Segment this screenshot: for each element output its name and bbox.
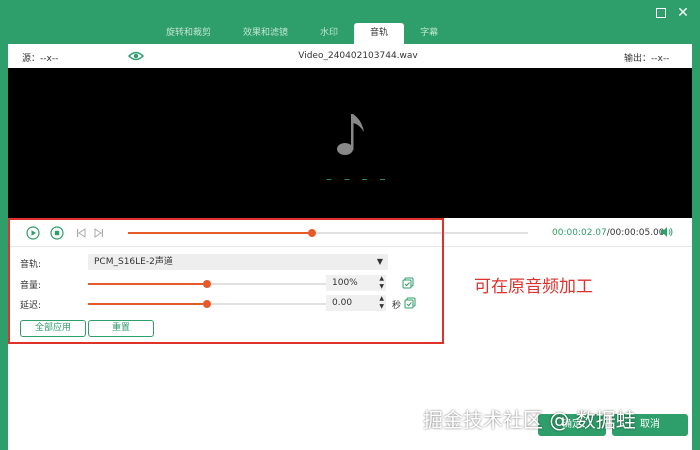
preview-area: – – – – xyxy=(8,68,692,218)
close-icon[interactable]: ✕ xyxy=(676,6,690,20)
audio-level-dashes: – – – – xyxy=(326,172,390,186)
eye-icon[interactable] xyxy=(128,50,144,62)
music-note-icon xyxy=(337,114,364,155)
total-time: /00:00:05.00 xyxy=(606,228,665,238)
tab-rotate-crop[interactable]: 旋转和裁剪 xyxy=(150,23,227,44)
tab-bar: 旋转和裁剪 效果和滤镜 水印 音轨 字幕 xyxy=(150,23,454,44)
tab-subtitles[interactable]: 字幕 xyxy=(404,23,454,44)
annotation-highlight-box xyxy=(8,218,444,344)
tab-effects-filters[interactable]: 效果和滤镜 xyxy=(227,23,304,44)
current-time: 00:00:02.07 xyxy=(552,228,607,238)
file-name: Video_240402103744.wav xyxy=(298,51,418,61)
info-bar: 源：--x-- Video_240402103744.wav 输出：--x-- xyxy=(8,44,692,68)
tab-watermark[interactable]: 水印 xyxy=(304,23,354,44)
output-label: 输出：--x-- xyxy=(624,54,670,64)
time-display: 00:00:02.07/00:00:05.00 xyxy=(552,228,665,238)
maximize-icon[interactable] xyxy=(654,6,668,20)
watermark-text: 掘金技术社区 @ 数据蛙 xyxy=(423,408,636,432)
tab-audio-track[interactable]: 音轨 xyxy=(354,23,405,44)
volume-icon[interactable] xyxy=(660,226,674,238)
source-label: 源：--x-- xyxy=(22,54,59,64)
annotation-text: 可在原音频加工 xyxy=(474,277,593,297)
